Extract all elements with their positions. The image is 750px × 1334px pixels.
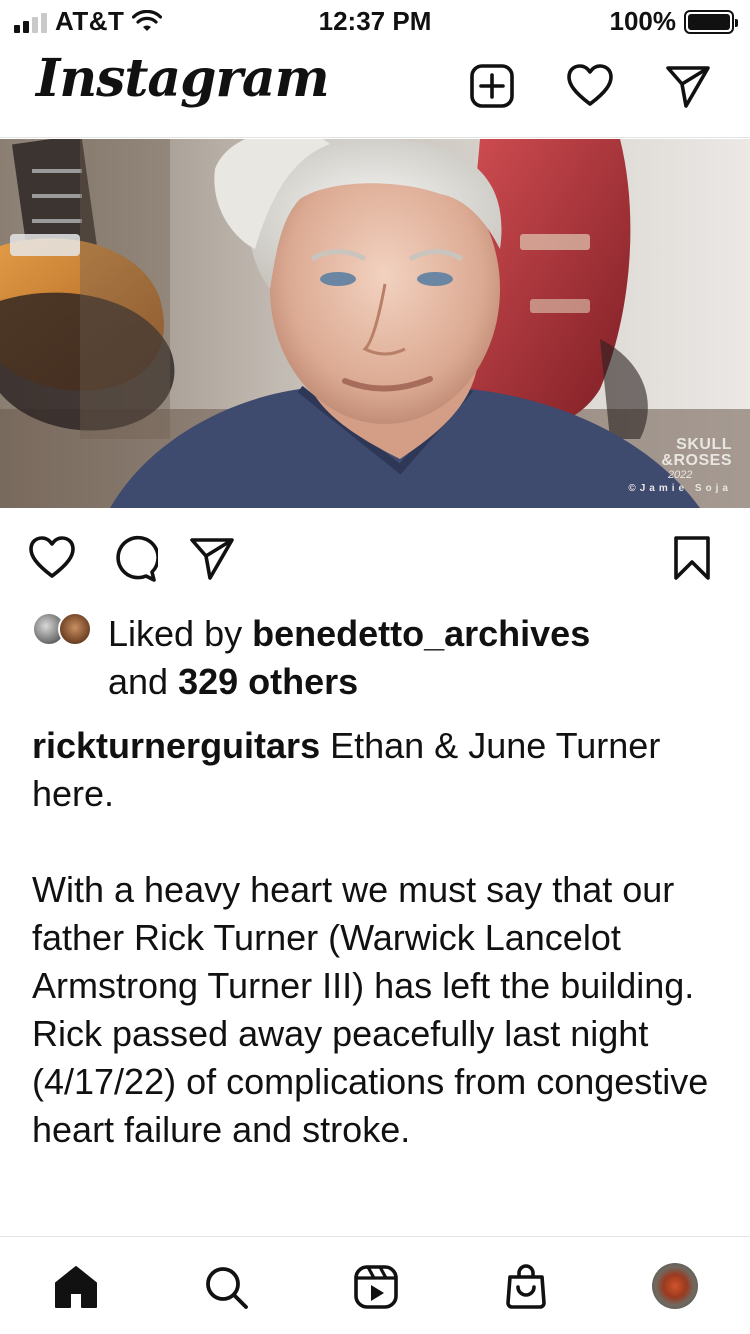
photo-watermark: SKULL &ROSES 2022 ©Jamie Soja (628, 436, 732, 495)
home-icon[interactable] (52, 1263, 100, 1311)
liker-username[interactable]: benedetto_archives (252, 613, 590, 654)
likes-others-count[interactable]: 329 others (178, 661, 358, 702)
battery-level-fill (688, 13, 730, 30)
status-bar: AT&T 12:37 PM 100% (0, 0, 750, 40)
share-icon[interactable] (188, 534, 236, 582)
search-icon[interactable] (202, 1263, 250, 1311)
heart-icon[interactable] (566, 62, 614, 110)
likes-prefix: Liked by (108, 613, 253, 654)
app-header: Instagram (0, 40, 750, 138)
battery-icon (684, 9, 738, 34)
reels-icon[interactable] (352, 1263, 400, 1311)
caption-first-paragraph: rickturnerguitars Ethan & June Turner he… (32, 722, 722, 818)
liker-avatars (32, 612, 96, 648)
profile-avatar[interactable] (652, 1263, 698, 1309)
watermark-skull: SKULL (676, 436, 732, 453)
battery-percent: 100% (609, 6, 677, 36)
likes-summary[interactable]: Liked by benedetto_archivesand 329 other… (32, 610, 722, 706)
post-photo[interactable]: SKULL &ROSES 2022 ©Jamie Soja (0, 139, 750, 508)
caption-second-paragraph: With a heavy heart we must say that our … (32, 869, 709, 1150)
liker-avatar (58, 612, 92, 646)
watermark-roses: &ROSES (661, 452, 732, 469)
save-icon[interactable] (668, 534, 716, 582)
post-actions (0, 520, 750, 594)
status-right: 100% (609, 6, 738, 37)
send-icon[interactable] (664, 62, 712, 110)
instagram-logo[interactable]: Instagram (36, 48, 330, 109)
shop-icon[interactable] (502, 1263, 550, 1311)
like-icon[interactable] (28, 534, 76, 582)
comment-icon[interactable] (110, 534, 158, 582)
likes-middle: and (108, 661, 179, 702)
bottom-navigation (0, 1236, 750, 1334)
watermark-year: 2022 (667, 469, 693, 481)
caption-username[interactable]: rickturnerguitars (32, 725, 320, 766)
new-post-icon[interactable] (468, 62, 516, 110)
post-caption: rickturnerguitars Ethan & June Turner he… (32, 722, 722, 1154)
likes-text: Liked by benedetto_archivesand 329 other… (108, 610, 722, 706)
watermark-credit: ©Jamie Soja (628, 483, 732, 494)
